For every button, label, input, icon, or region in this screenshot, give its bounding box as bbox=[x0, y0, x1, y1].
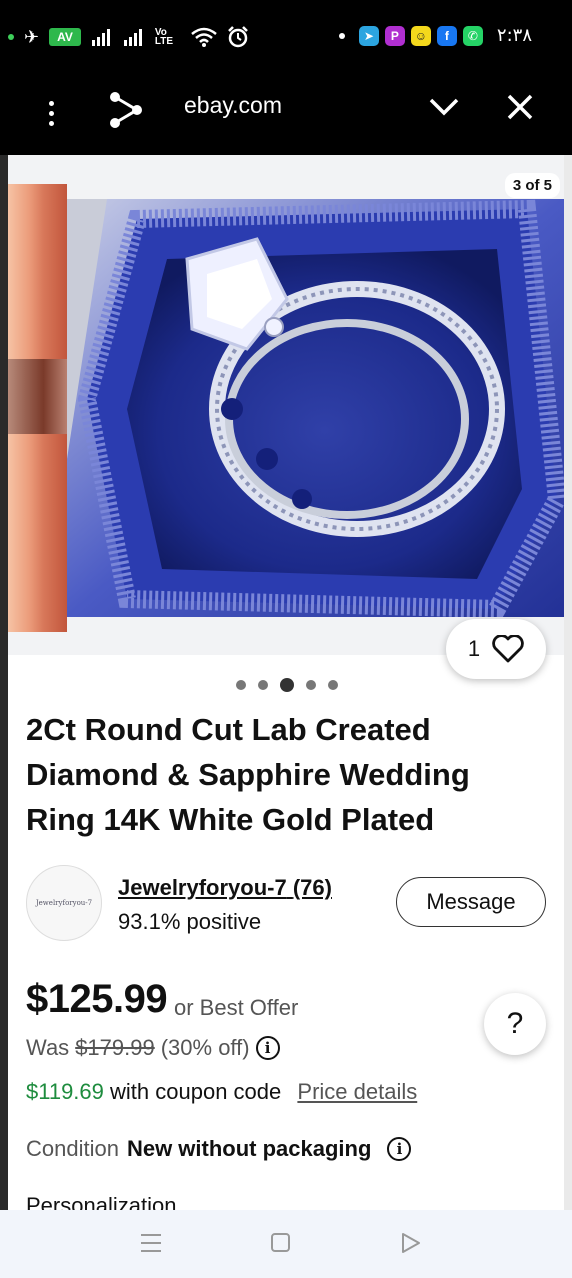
gallery-dot[interactable] bbox=[236, 680, 246, 690]
seller-name[interactable]: Jewelryforyou-7 bbox=[118, 875, 287, 900]
network-badge: AV bbox=[49, 28, 81, 46]
image-gallery[interactable]: 3 of 5 bbox=[8, 155, 564, 655]
gallery-dot[interactable] bbox=[306, 680, 316, 690]
heart-icon bbox=[492, 635, 524, 663]
alarm-icon bbox=[227, 26, 248, 48]
close-icon[interactable] bbox=[506, 93, 534, 121]
notification-dot-icon bbox=[8, 34, 14, 40]
price-details-link[interactable]: Price details bbox=[297, 1079, 417, 1104]
price: $125.99 bbox=[26, 977, 168, 1021]
discount-percent: (30% off) bbox=[160, 1035, 250, 1060]
seller-info: Jewelryforyou-7 Jewelryforyou-7 (76) 93.… bbox=[26, 865, 546, 941]
seller-name-link[interactable]: Jewelryforyou-7 (76) bbox=[118, 875, 332, 901]
info-icon[interactable]: i bbox=[255, 1036, 280, 1060]
message-seller-button[interactable]: Message bbox=[396, 877, 546, 927]
condition-value: New without packaging bbox=[126, 1136, 372, 1161]
telegram-icon: ➤ bbox=[358, 25, 379, 46]
signal-2-icon bbox=[123, 29, 142, 46]
coupon-row: $119.69 with coupon code Price details bbox=[26, 1079, 417, 1105]
system-navigation-bar bbox=[0, 1210, 572, 1278]
home-icon[interactable] bbox=[271, 1233, 290, 1252]
picsart-icon: P bbox=[384, 25, 405, 46]
browser-toolbar: ebay.com bbox=[0, 75, 572, 155]
snapchat-icon: ☺ bbox=[410, 25, 431, 46]
personalization-heading: Personalization bbox=[26, 1193, 177, 1210]
status-bar: ✈ AV Vo LTE ➤ P ☺ f ✆ ٢:٣٨ bbox=[0, 0, 572, 75]
page-edge-left bbox=[0, 155, 8, 1210]
airplane-icon: ✈ bbox=[24, 26, 40, 47]
watch-count: 1 bbox=[467, 636, 481, 661]
gallery-dot[interactable] bbox=[328, 680, 338, 690]
help-button[interactable]: ? bbox=[484, 993, 546, 1055]
was-price-row: Was $179.99 (30% off) i bbox=[26, 1035, 280, 1061]
condition-info-icon[interactable]: i bbox=[387, 1137, 412, 1161]
best-offer-label: or Best Offer bbox=[174, 995, 299, 1020]
previous-photo-peek[interactable] bbox=[8, 184, 67, 632]
back-icon[interactable] bbox=[400, 1232, 422, 1254]
gallery-pagination[interactable] bbox=[236, 678, 338, 692]
gallery-dot-active[interactable] bbox=[280, 678, 294, 692]
volte-label: Vo LTE bbox=[154, 27, 174, 47]
coupon-text: with coupon code bbox=[110, 1079, 282, 1104]
condition-label: Condition bbox=[26, 1136, 119, 1161]
clock: ٢:٣٨ bbox=[496, 25, 532, 46]
avatar-logo-text: Jewelryforyou-7 bbox=[35, 899, 93, 907]
seller-positive-rating: 93.1% positive bbox=[118, 909, 262, 934]
url-display[interactable]: ebay.com bbox=[184, 92, 282, 119]
seller-avatar[interactable]: Jewelryforyou-7 bbox=[26, 865, 102, 941]
scrollbar[interactable] bbox=[564, 155, 572, 1210]
recent-apps-icon[interactable] bbox=[141, 1234, 161, 1252]
ring-photo-illustration bbox=[67, 199, 564, 617]
more-notifications-dot-icon bbox=[338, 32, 345, 39]
status-left: ✈ AV Vo LTE bbox=[8, 26, 249, 48]
share-icon[interactable] bbox=[108, 91, 144, 129]
condition-row: Condition New without packaging i bbox=[26, 1136, 412, 1162]
listing-page: 3 of 5 1 2Ct Round Cut Lab Created Diamo… bbox=[0, 155, 572, 1210]
signal-1-icon bbox=[91, 29, 110, 46]
facebook-icon: f bbox=[436, 25, 457, 46]
watch-button[interactable]: 1 bbox=[446, 619, 546, 679]
was-label: Was bbox=[26, 1035, 70, 1060]
was-price: $179.99 bbox=[75, 1035, 155, 1060]
status-right: ➤ P ☺ f ✆ ٢:٣٨ bbox=[338, 25, 532, 46]
seller-feedback-count: (76) bbox=[292, 875, 332, 900]
listing-title: 2Ct Round Cut Lab Created Diamond & Sapp… bbox=[26, 712, 470, 837]
gallery-dot[interactable] bbox=[258, 680, 268, 690]
whatsapp-icon: ✆ bbox=[462, 25, 483, 46]
chevron-down-icon[interactable] bbox=[428, 95, 460, 119]
more-options-icon[interactable] bbox=[40, 93, 62, 133]
coupon-price: $119.69 bbox=[26, 1079, 104, 1104]
product-photo-ring[interactable] bbox=[67, 199, 564, 617]
image-counter: 3 of 5 bbox=[504, 173, 560, 198]
wifi-icon bbox=[191, 27, 217, 47]
